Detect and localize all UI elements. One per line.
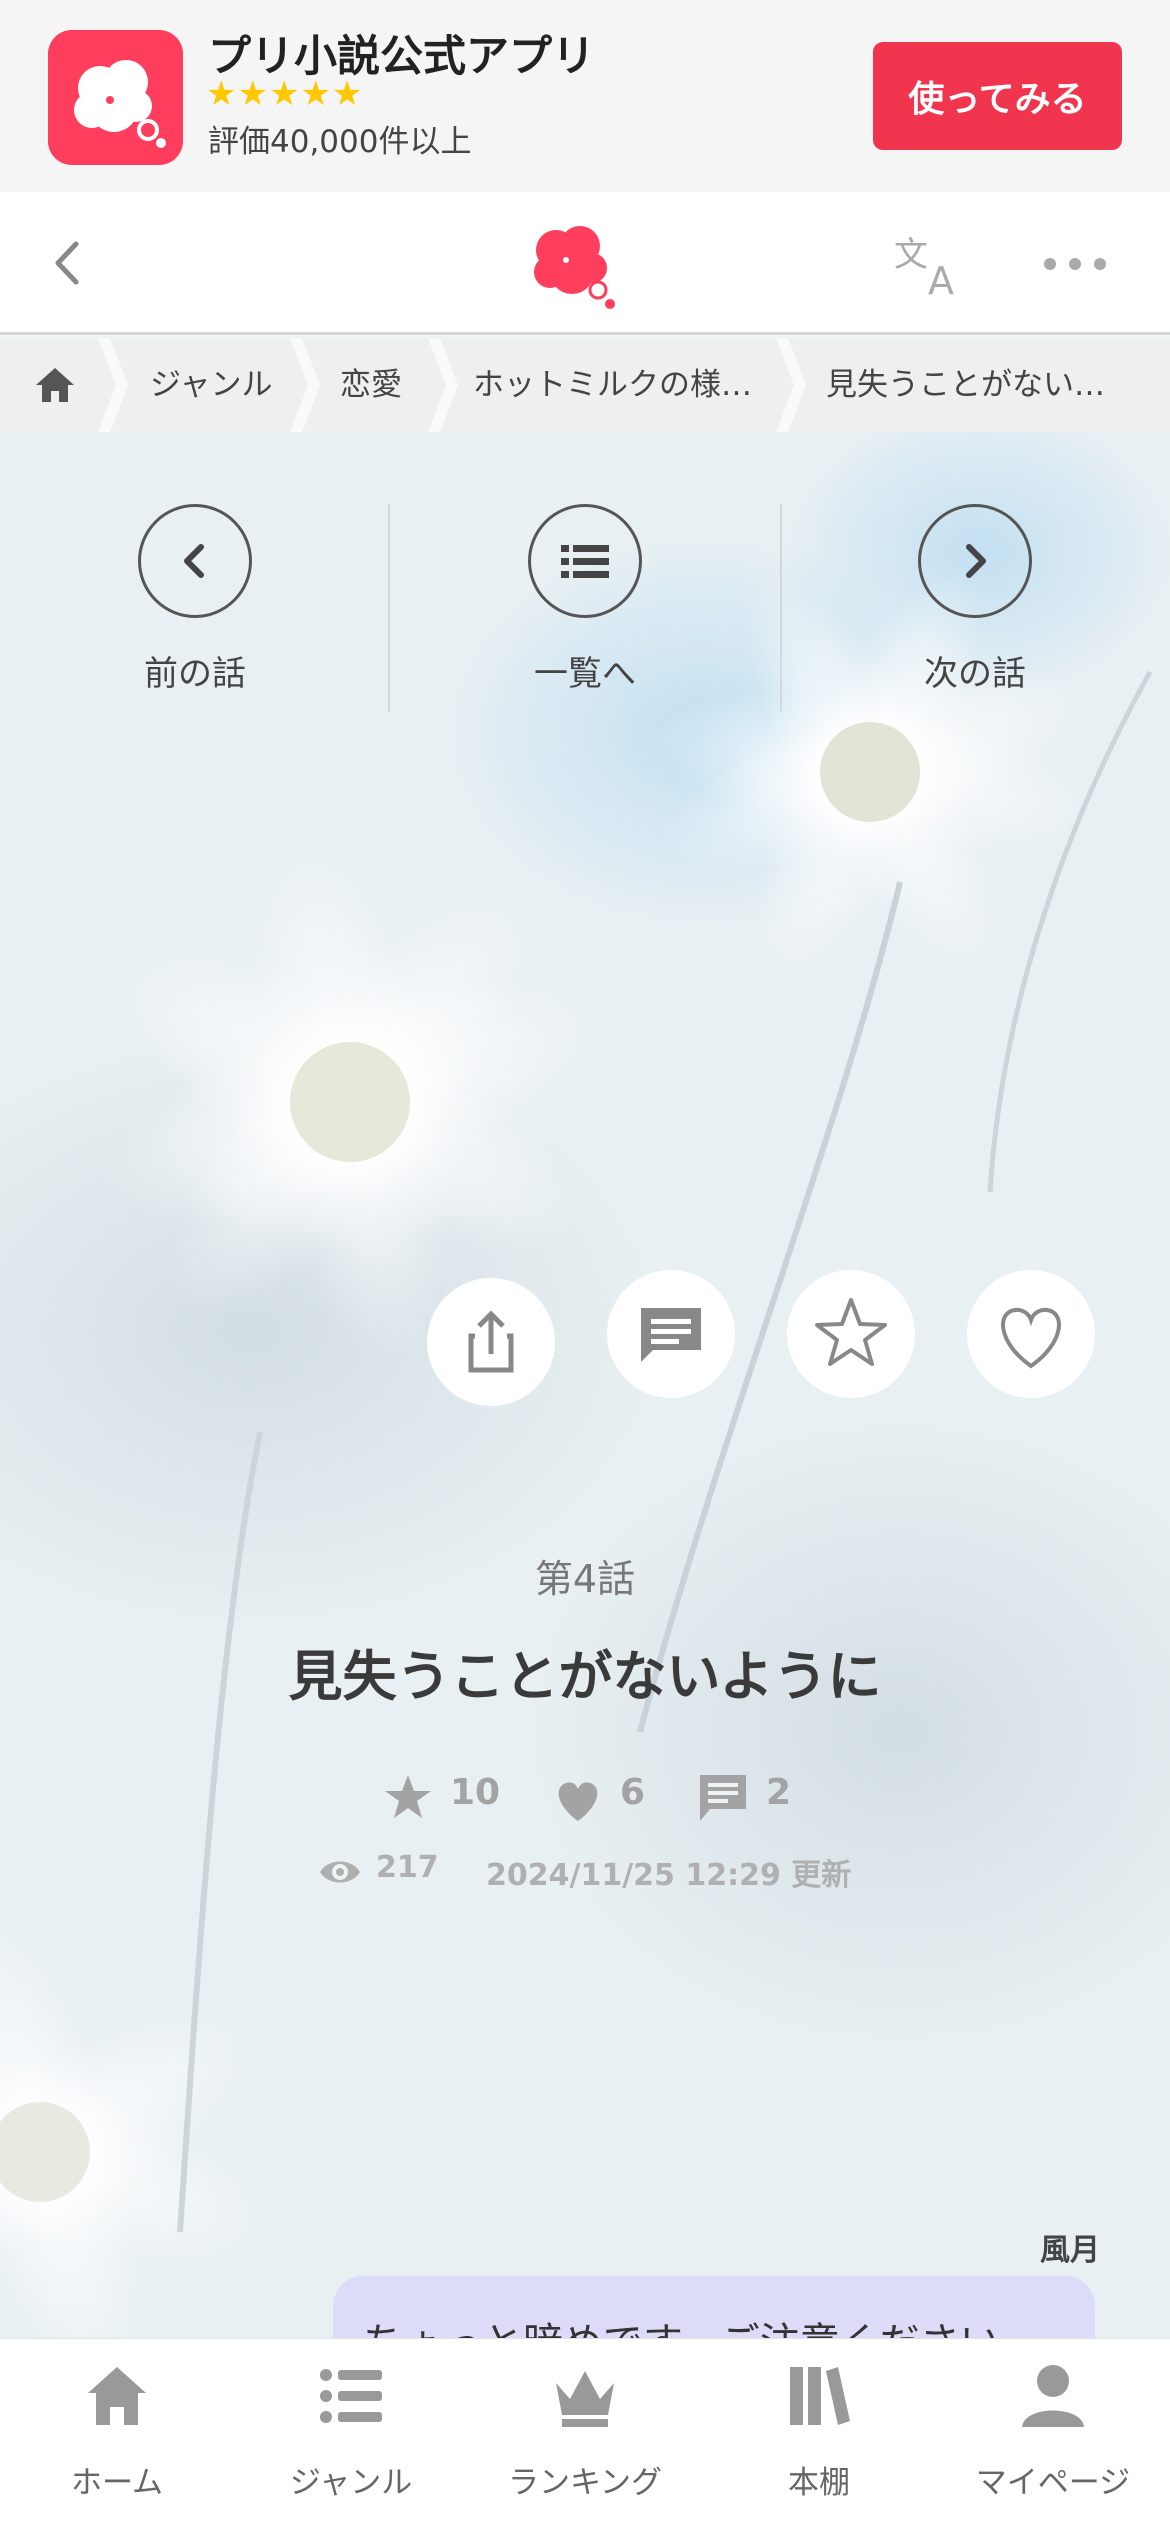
app-promo-banner: プリ小説公式アプリ ★★★★★ 評価40,000件以上 使ってみる (0, 0, 1170, 192)
tab-mypage-label: マイページ (975, 2465, 1131, 2501)
app-logo-icon[interactable] (48, 30, 183, 165)
tab-mypage[interactable]: マイページ (936, 2339, 1170, 2532)
share-icon (468, 1310, 514, 1373)
person-icon (1022, 2365, 1084, 2427)
like-count: 6 (620, 1772, 646, 1813)
bottom-tab-bar: ホーム ジャンル ランキング 本棚 マイページ (0, 2338, 1170, 2532)
comment-icon (700, 1775, 746, 1821)
favorite-star-button[interactable] (787, 1270, 915, 1398)
translate-icon[interactable]: 文 A (892, 228, 972, 298)
list-icon (320, 2369, 382, 2423)
tab-bookshelf-label: 本棚 (788, 2465, 850, 2501)
tab-ranking[interactable]: ランキング (468, 2339, 702, 2532)
eye-icon (320, 1861, 360, 1883)
breadcrumb-item-story[interactable]: ホットミルクの様… (473, 338, 752, 432)
prev-episode-label[interactable]: 前の話 (75, 646, 315, 695)
nav-divider (780, 504, 782, 712)
star-count: 10 (450, 1772, 501, 1813)
view-count: 217 (376, 1850, 439, 1885)
breadcrumb-item-genre[interactable]: ジャンル (150, 338, 272, 432)
use-app-button[interactable]: 使ってみる (873, 42, 1122, 150)
rating-stars: ★★★★★ (206, 74, 364, 114)
home-icon (88, 2367, 146, 2425)
tab-genre-label: ジャンル (289, 2465, 413, 2501)
nav-divider (388, 504, 390, 712)
episode-navigation: 前の話 一覧へ 次の話 (0, 432, 1170, 732)
episode-list-label[interactable]: 一覧へ (465, 646, 705, 695)
star-outline-icon (815, 1298, 887, 1366)
like-button[interactable] (967, 1270, 1095, 1398)
tab-bookshelf[interactable]: 本棚 (702, 2339, 936, 2532)
svg-text:A: A (928, 259, 954, 298)
heart-icon (558, 1782, 598, 1821)
episode-title: 見失うことがないように (288, 1645, 882, 1708)
heart-outline-icon (1001, 1307, 1061, 1369)
bookshelf-icon (790, 2367, 850, 2425)
comment-count: 2 (766, 1772, 792, 1813)
comment-icon (641, 1308, 701, 1362)
updated-timestamp: 2024/11/25 12:29 更新 (486, 1858, 852, 1893)
episode-list-button[interactable] (528, 504, 642, 618)
star-icon (385, 1775, 431, 1818)
tab-home[interactable]: ホーム (0, 2339, 234, 2532)
breadcrumb-separator (98, 338, 128, 432)
crown-icon (556, 2371, 614, 2427)
chevron-right-icon (966, 544, 986, 578)
share-button[interactable] (427, 1278, 555, 1406)
chevron-left-icon (184, 544, 204, 578)
breadcrumb-separator (290, 338, 320, 432)
next-episode-button[interactable] (918, 504, 1032, 618)
episode-number: 第4話 (534, 1557, 636, 1601)
prev-episode-button[interactable] (138, 504, 252, 618)
tab-ranking-label: ランキング (507, 2465, 663, 2501)
breadcrumb: ジャンル 恋愛 ホットミルクの様… 見失うことがない… (0, 338, 1170, 432)
breadcrumb-item-episode: 見失うことがない… (826, 367, 1105, 403)
tab-genre[interactable]: ジャンル (234, 2339, 468, 2532)
tab-home-label: ホーム (70, 2465, 164, 2501)
list-icon (561, 545, 609, 578)
breadcrumb-item-romance[interactable]: 恋愛 (340, 338, 402, 432)
author-name: 風月 (1040, 2233, 1100, 2268)
logo-icon[interactable] (520, 212, 620, 312)
home-icon[interactable] (30, 360, 80, 410)
more-icon[interactable] (1040, 234, 1110, 294)
breadcrumb-separator (776, 338, 806, 432)
breadcrumb-separator (428, 338, 458, 432)
svg-text:文: 文 (894, 235, 928, 275)
back-chevron-icon[interactable] (40, 228, 100, 298)
comment-button[interactable] (607, 1270, 735, 1398)
next-episode-label[interactable]: 次の話 (855, 646, 1095, 695)
top-header: 文 A (0, 192, 1170, 335)
rating-text: 評価40,000件以上 (208, 124, 472, 160)
